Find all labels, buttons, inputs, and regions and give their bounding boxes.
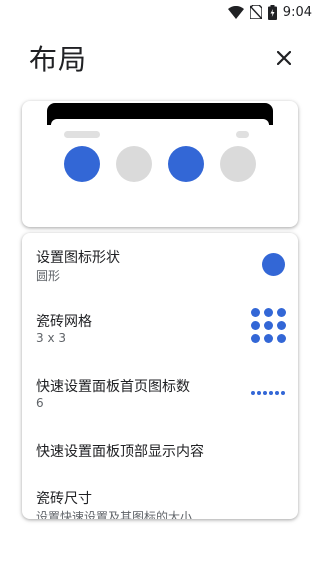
setting-subtitle: 6: [36, 396, 44, 410]
setting-title: 快速设置面板首页图标数: [36, 379, 190, 395]
setting-tile-size[interactable]: 瓷砖尺寸 设置快速设置及其图标的大小: [22, 488, 298, 519]
setting-subtitle: 设置快速设置及其图标的大小: [36, 510, 193, 519]
circle-shape-icon: [262, 253, 285, 276]
no-sim-icon: [249, 5, 262, 19]
wifi-icon: [227, 5, 244, 19]
status-bar: 9:04: [0, 0, 320, 24]
close-button[interactable]: [273, 47, 295, 69]
setting-subtitle: 圆形: [36, 269, 61, 283]
preview-status-pill: [64, 131, 100, 138]
status-time: 9:04: [282, 4, 312, 20]
setting-qs-top-content[interactable]: 快速设置面板顶部显示内容: [22, 441, 298, 465]
setting-title: 快速设置面板顶部显示内容: [36, 444, 204, 460]
setting-title: 瓷砖网格: [36, 314, 92, 330]
setting-subtitle: 3 x 3: [36, 331, 66, 345]
preview-tile: [168, 146, 204, 182]
setting-title: 设置图标形状: [36, 250, 120, 266]
setting-qs-icon-count[interactable]: 快速设置面板首页图标数 6: [22, 376, 298, 416]
page-title: 布局: [29, 43, 88, 76]
battery-charging-icon: [267, 4, 277, 20]
setting-title: 瓷砖尺寸: [36, 491, 92, 507]
preview-tile: [220, 146, 256, 182]
preview-status-pill-small: [236, 131, 249, 138]
layout-preview-card: [22, 101, 298, 227]
close-icon: [277, 51, 291, 65]
grid-3x3-icon: [251, 308, 286, 343]
preview-tile: [64, 146, 100, 182]
preview-tile: [116, 146, 152, 182]
setting-tile-grid[interactable]: 瓷砖网格 3 x 3: [22, 308, 298, 351]
six-dots-icon: [251, 391, 285, 395]
settings-list: 设置图标形状 圆形 瓷砖网格 3 x 3 快速设置面板首页图标数 6 快速设置面…: [22, 233, 298, 519]
setting-icon-shape[interactable]: 设置图标形状 圆形: [22, 247, 298, 287]
